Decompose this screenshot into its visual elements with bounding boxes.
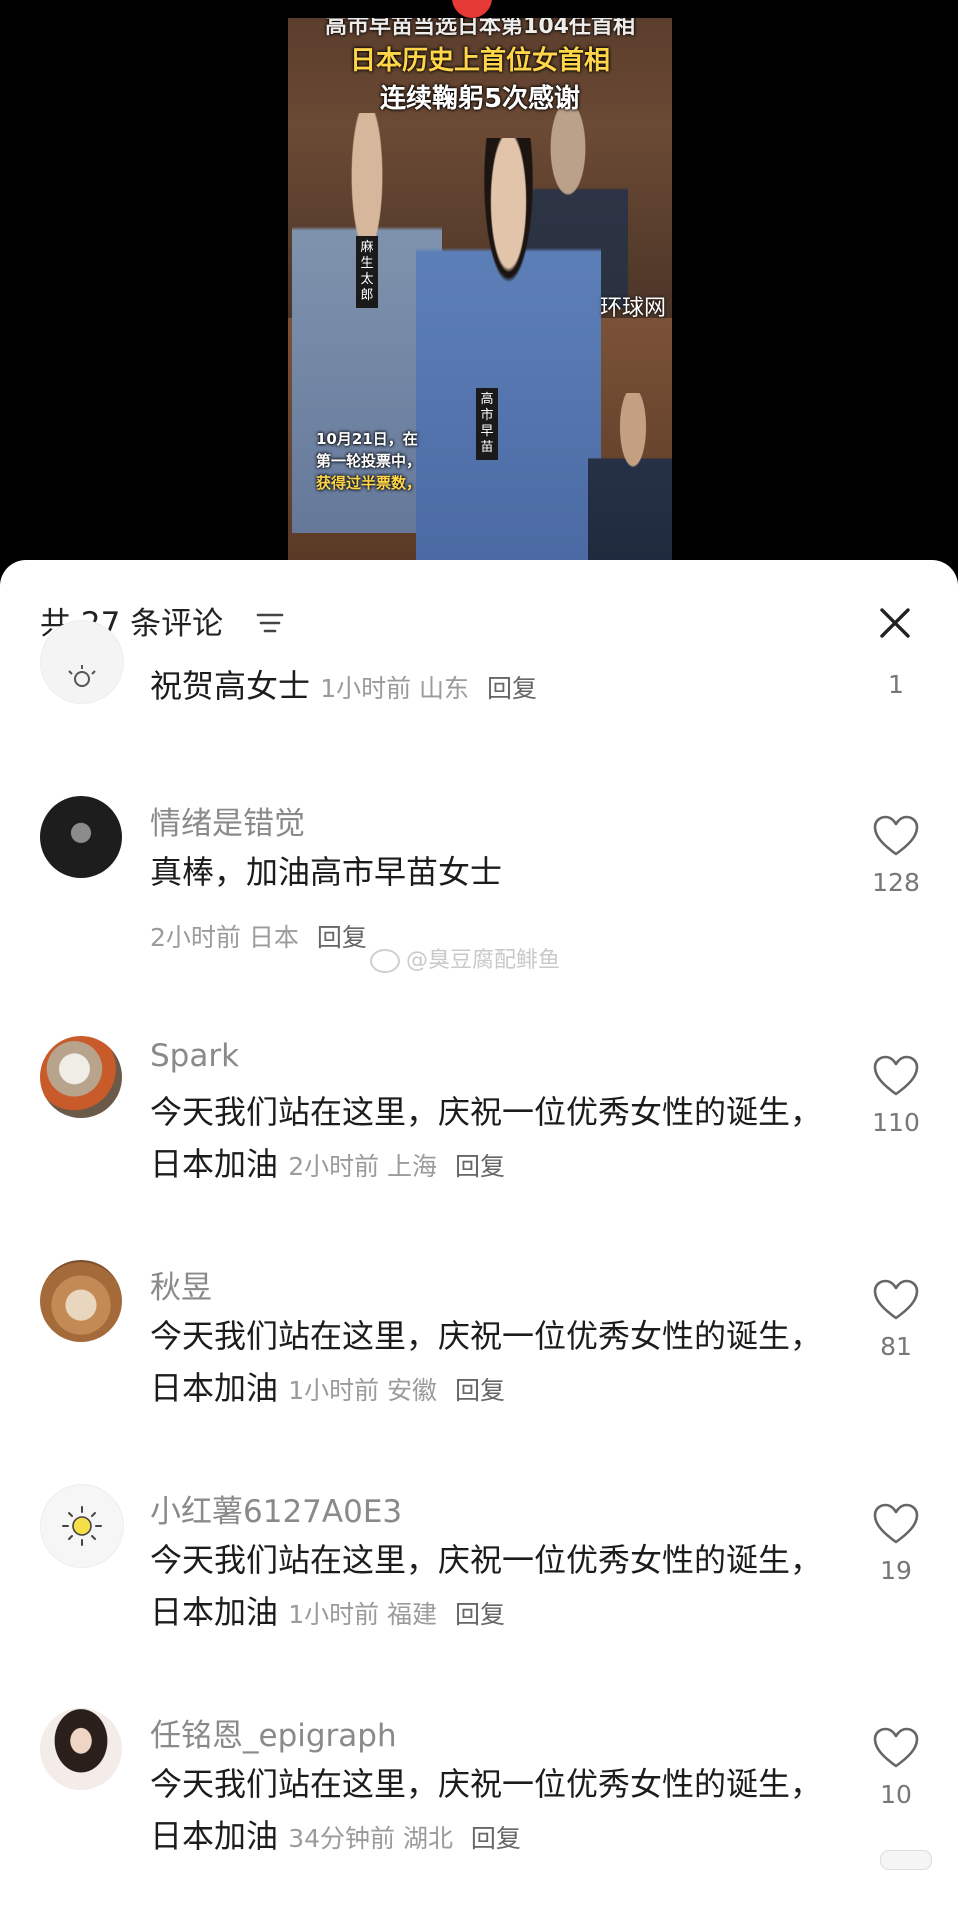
close-icon[interactable]	[874, 602, 916, 644]
avatar[interactable]	[40, 1260, 122, 1342]
avatar[interactable]	[40, 1036, 122, 1118]
comment-location: 福建	[387, 1600, 438, 1629]
sun-avatar-icon	[68, 665, 96, 687]
like-count: 81	[880, 1332, 912, 1361]
comment-meta: 34分钟前 湖北 回复	[288, 1824, 521, 1853]
comment-location: 湖北	[402, 1824, 453, 1853]
video-name-tag-center: 高市早苗	[476, 388, 498, 460]
comment-body: 今天我们站在这里，庆祝一位优秀女性的诞生，日本加油 1小时前 福建 回复	[150, 1534, 830, 1641]
heart-icon[interactable]	[872, 1502, 920, 1546]
avatar[interactable]	[40, 620, 124, 704]
comment-body: 今天我们站在这里，庆祝一位优秀女性的诞生，日本加油 2小时前 上海 回复	[150, 1086, 830, 1193]
video-overlay-line-2: 第一轮投票中，	[316, 452, 422, 470]
comment-username[interactable]: 情绪是错觉	[150, 798, 305, 843]
comment-location: 安徽	[387, 1376, 438, 1405]
comment-sheet: 共 27 条评论 祝贺高女士 1小时前 山东 回复 1 情绪是错觉 真棒，加油高…	[0, 560, 958, 1920]
like-count: 128	[872, 868, 920, 897]
scroll-indicator[interactable]	[880, 1850, 932, 1870]
video-caption-subtitle: 连续鞠躬5次感谢	[379, 84, 581, 114]
avatar[interactable]	[40, 1708, 122, 1790]
comment-body: 祝贺高女士 1小时前 山东 回复	[150, 660, 830, 715]
comment-sheet-header: 共 27 条评论	[40, 588, 920, 648]
comment-username[interactable]: 秋昱	[150, 1262, 212, 1307]
record-indicator-icon	[452, 0, 492, 18]
video-caption-cut: 高市早苗当选日本第104任首相	[325, 18, 635, 39]
avatar[interactable]	[40, 1484, 124, 1568]
video-news-watermark: 环球网	[600, 296, 667, 321]
heart-icon[interactable]	[872, 1726, 920, 1770]
comment-meta: 1小时前 安徽 回复	[288, 1376, 505, 1405]
comment-time: 34分钟前	[288, 1824, 395, 1853]
comment-username[interactable]: 小红薯6127A0E3	[150, 1486, 402, 1531]
video-caption-title: 日本历史上首位女首相	[349, 46, 610, 76]
video-figure-center	[416, 138, 601, 560]
comment-meta: 1小时前 福建 回复	[288, 1600, 505, 1629]
avatar[interactable]	[40, 796, 122, 878]
comment-location: 日本	[248, 923, 299, 952]
video-name-tag-left: 麻生太郎	[356, 236, 378, 308]
weibo-watermark-text: @臭豆腐配鲱鱼	[406, 948, 561, 973]
reply-button[interactable]: 回复	[455, 1152, 505, 1181]
comment-time: 1小时前	[288, 1600, 380, 1629]
video-player[interactable]: 高市早苗当选日本第104任首相 日本历史上首位女首相 连续鞠躬5次感谢 麻生太郎…	[0, 0, 958, 570]
weibo-icon	[370, 949, 400, 973]
like-count: 1	[888, 670, 904, 699]
comment-time: 2小时前	[288, 1152, 380, 1181]
reply-button[interactable]: 回复	[471, 1824, 521, 1853]
reply-button[interactable]: 回复	[455, 1376, 505, 1405]
heart-icon[interactable]	[872, 814, 920, 858]
like-count: 19	[880, 1556, 912, 1585]
sort-icon[interactable]	[255, 608, 285, 638]
comment-username[interactable]: 任铭恩_epigraph	[150, 1710, 397, 1755]
comment-time: 2小时前	[150, 923, 241, 952]
heart-icon[interactable]	[872, 1278, 920, 1322]
comment-body: 今天我们站在这里，庆祝一位优秀女性的诞生，日本加油 34分钟前 湖北 回复	[150, 1758, 830, 1865]
video-overlay-line-1: 10月21日，在	[316, 430, 418, 448]
comment-meta: 2小时前 上海 回复	[288, 1152, 505, 1181]
comment-meta: 2小时前 日本 回复	[150, 918, 367, 954]
video-figure-right	[588, 393, 672, 560]
comment-text: 祝贺高女士	[150, 667, 311, 705]
heart-icon[interactable]	[872, 1054, 920, 1098]
comment-text: 真棒，加油高市早苗女士	[150, 853, 503, 891]
comment-location: 山东	[419, 674, 470, 703]
comment-time: 1小时前	[320, 674, 412, 703]
comment-username[interactable]: Spark	[150, 1038, 239, 1074]
like-count: 110	[872, 1108, 920, 1137]
video-overlay-caption: 10月21日，在 第一轮投票中， 获得过半票数，	[316, 428, 466, 494]
comment-time: 1小时前	[288, 1376, 380, 1405]
sun-avatar-icon	[62, 1506, 102, 1546]
reply-button[interactable]: 回复	[317, 923, 367, 952]
comment-body: 今天我们站在这里，庆祝一位优秀女性的诞生，日本加油 1小时前 安徽 回复	[150, 1310, 830, 1417]
video-frame[interactable]: 高市早苗当选日本第104任首相 日本历史上首位女首相 连续鞠躬5次感谢 麻生太郎…	[288, 18, 672, 560]
like-count: 10	[880, 1780, 912, 1809]
video-overlay-line-3: 获得过半票数，	[316, 474, 422, 492]
comment-location: 上海	[387, 1152, 438, 1181]
weibo-watermark: @臭豆腐配鲱鱼	[370, 942, 560, 974]
reply-button[interactable]: 回复	[455, 1600, 505, 1629]
comment-meta: 1小时前 山东 回复	[320, 674, 537, 703]
reply-button[interactable]: 回复	[487, 674, 537, 703]
